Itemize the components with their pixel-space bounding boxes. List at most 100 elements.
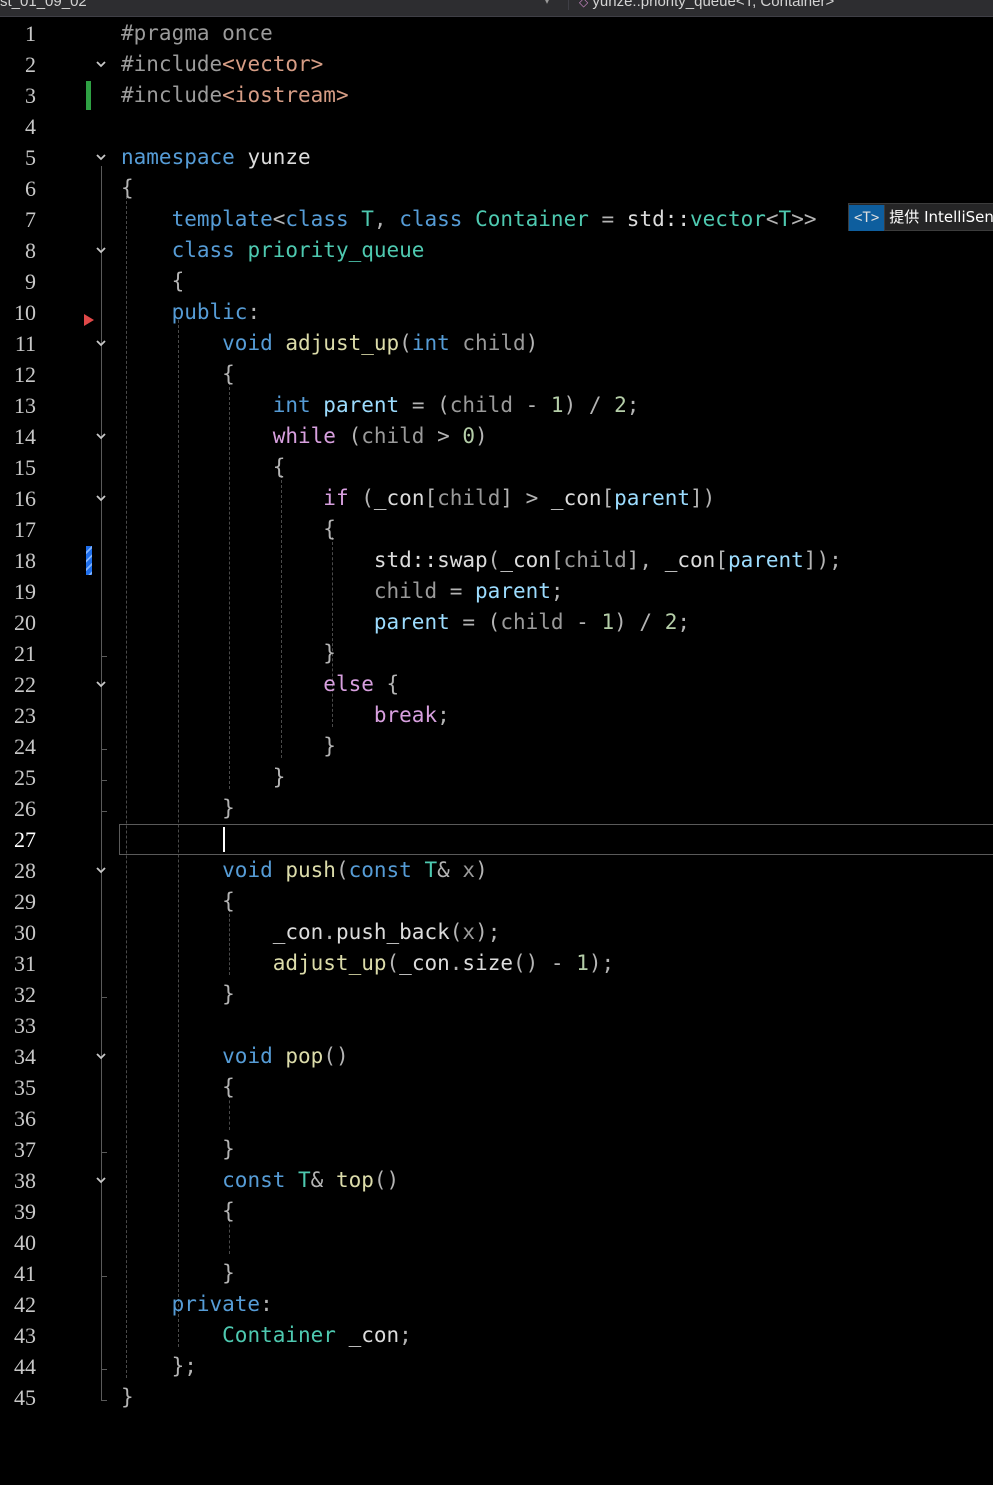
code-token: push_back [335, 920, 450, 944]
code-line[interactable]: 23 break; [0, 700, 993, 731]
code-line[interactable]: 1 #pragma once [0, 18, 993, 49]
line-number: 40 [14, 1230, 36, 1255]
code-line[interactable]: 33 [0, 1010, 993, 1041]
code-line[interactable]: 43 Container _con; [0, 1320, 993, 1351]
code-line[interactable]: 42 private: [0, 1289, 993, 1320]
code-line[interactable]: 40 [0, 1227, 993, 1258]
line-number: 6 [25, 176, 36, 201]
code-line[interactable]: 8 class priority_queue [0, 235, 993, 266]
line-number: 8 [25, 238, 36, 263]
code-line[interactable]: 21 } [0, 638, 993, 669]
code-line[interactable]: 6{ [0, 173, 993, 204]
collapse-chevron-icon[interactable] [94, 243, 108, 257]
code-line[interactable]: 12 { [0, 359, 993, 390]
code-text: namespace yunze [121, 142, 311, 173]
code-line[interactable]: 24 } [0, 731, 993, 762]
code-token: () [373, 1168, 400, 1192]
code-line[interactable]: 36 [0, 1103, 993, 1134]
code-line[interactable]: 19 child = parent; [0, 576, 993, 607]
collapse-chevron-icon[interactable] [94, 863, 108, 877]
code-line[interactable]: 15 { [0, 452, 993, 483]
code-line[interactable]: 9 { [0, 266, 993, 297]
code-text: } [121, 1258, 235, 1289]
code-token: #pragma once [121, 21, 273, 45]
code-token: T [285, 1168, 311, 1192]
code-line[interactable]: 17 { [0, 514, 993, 545]
code-line[interactable]: 31 adjust_up(_con.size() - 1); [0, 948, 993, 979]
code-line[interactable]: 5 namespace yunze [0, 142, 993, 173]
code-token: { [323, 517, 336, 541]
collapse-chevron-icon[interactable] [94, 491, 108, 505]
code-token: child [500, 610, 564, 634]
code-line[interactable]: 11 void adjust_up(int child) [0, 314, 993, 359]
code-line[interactable]: 13 int parent = (child - 1) / 2; [0, 390, 993, 421]
code-line[interactable]: 26 } [0, 793, 993, 824]
code-text: }; [121, 1351, 197, 1382]
code-text: Container _con; [121, 1320, 412, 1351]
intellisense-hint[interactable]: <T> 提供 IntelliSen [848, 203, 993, 231]
collapse-chevron-icon[interactable] [94, 429, 108, 443]
code-token: 2 [664, 610, 678, 634]
code-line[interactable]: 44 }; [0, 1351, 993, 1382]
code-line[interactable]: 27 [0, 824, 993, 855]
code-line[interactable]: 16 if (_con[child] > _con[parent]) [0, 483, 993, 514]
code-line[interactable]: 22 else { [0, 669, 993, 700]
collapse-chevron-icon[interactable] [94, 150, 108, 164]
code-token: yunze [234, 145, 311, 169]
code-line[interactable]: 32 } [0, 979, 993, 1010]
collapse-chevron-icon[interactable] [94, 1049, 108, 1063]
code-line[interactable]: 14 while (child > 0) [0, 421, 993, 452]
collapse-chevron-icon[interactable] [94, 57, 108, 71]
collapse-chevron-icon[interactable] [94, 1173, 108, 1187]
code-line[interactable]: 7 template<class T, class Container = st… [0, 204, 993, 235]
code-text: void adjust_up(int child) [121, 328, 538, 359]
line-number: 19 [14, 579, 36, 604]
code-line[interactable]: 2 #include<vector> [0, 49, 993, 80]
code-token: T [778, 207, 792, 231]
code-line[interactable]: 3 #include<iostream> [0, 80, 993, 111]
scope-dropdown[interactable]: ◇ yunze::priority_queue<T, Container> [568, 0, 993, 10]
code-line[interactable]: 39 { [0, 1196, 993, 1227]
unsaved-change-marker [86, 546, 92, 575]
code-token: parent [727, 548, 804, 572]
code-text: template<class T, class Container = std:… [121, 204, 817, 235]
code-line[interactable]: 35 { [0, 1072, 993, 1103]
collapse-chevron-icon[interactable] [94, 336, 108, 350]
code-line[interactable]: 30 _con.push_back(x); [0, 917, 993, 948]
code-token: } [323, 641, 336, 665]
code-editor[interactable]: 1 #pragma once 2 #include<vector> 3 #include<… [0, 16, 993, 1485]
code-line[interactable]: 20 parent = (child - 1) / 2; [0, 607, 993, 638]
code-line[interactable]: 28 void push(const T& x) [0, 855, 993, 886]
code-line[interactable]: 41 } [0, 1258, 993, 1289]
code-line[interactable]: 25 } [0, 762, 993, 793]
class-icon: ◇ [579, 0, 589, 9]
code-line[interactable]: 4 [0, 111, 993, 142]
code-line[interactable]: 37 } [0, 1134, 993, 1165]
code-token: private [171, 1292, 261, 1316]
file-dropdown-label: st_01_09_02 [0, 0, 87, 10]
code-token: } [222, 1137, 235, 1161]
line-number: 33 [14, 1013, 36, 1038]
line-number: 43 [14, 1323, 36, 1348]
file-dropdown[interactable]: st_01_09_02 ▾ [0, 0, 560, 10]
code-line[interactable]: 10 public: [0, 297, 993, 328]
code-token: _con [121, 920, 324, 944]
code-text: child = parent; [121, 576, 564, 607]
code-line[interactable]: 18 std::swap(_con[child], _con[parent]); [0, 545, 993, 576]
line-number: 12 [14, 362, 36, 387]
code-token: std:: [121, 548, 438, 572]
code-line[interactable]: 29 { [0, 886, 993, 917]
code-line[interactable]: 34 void pop() [0, 1041, 993, 1072]
code-line[interactable]: 45} [0, 1382, 993, 1413]
code-line[interactable]: 38 const T& top() [0, 1165, 993, 1196]
chevron-down-icon[interactable]: ▾ [544, 0, 550, 7]
line-number: 5 [25, 145, 36, 170]
collapse-chevron-icon[interactable] [94, 677, 108, 691]
code-token: ] > [500, 486, 551, 510]
